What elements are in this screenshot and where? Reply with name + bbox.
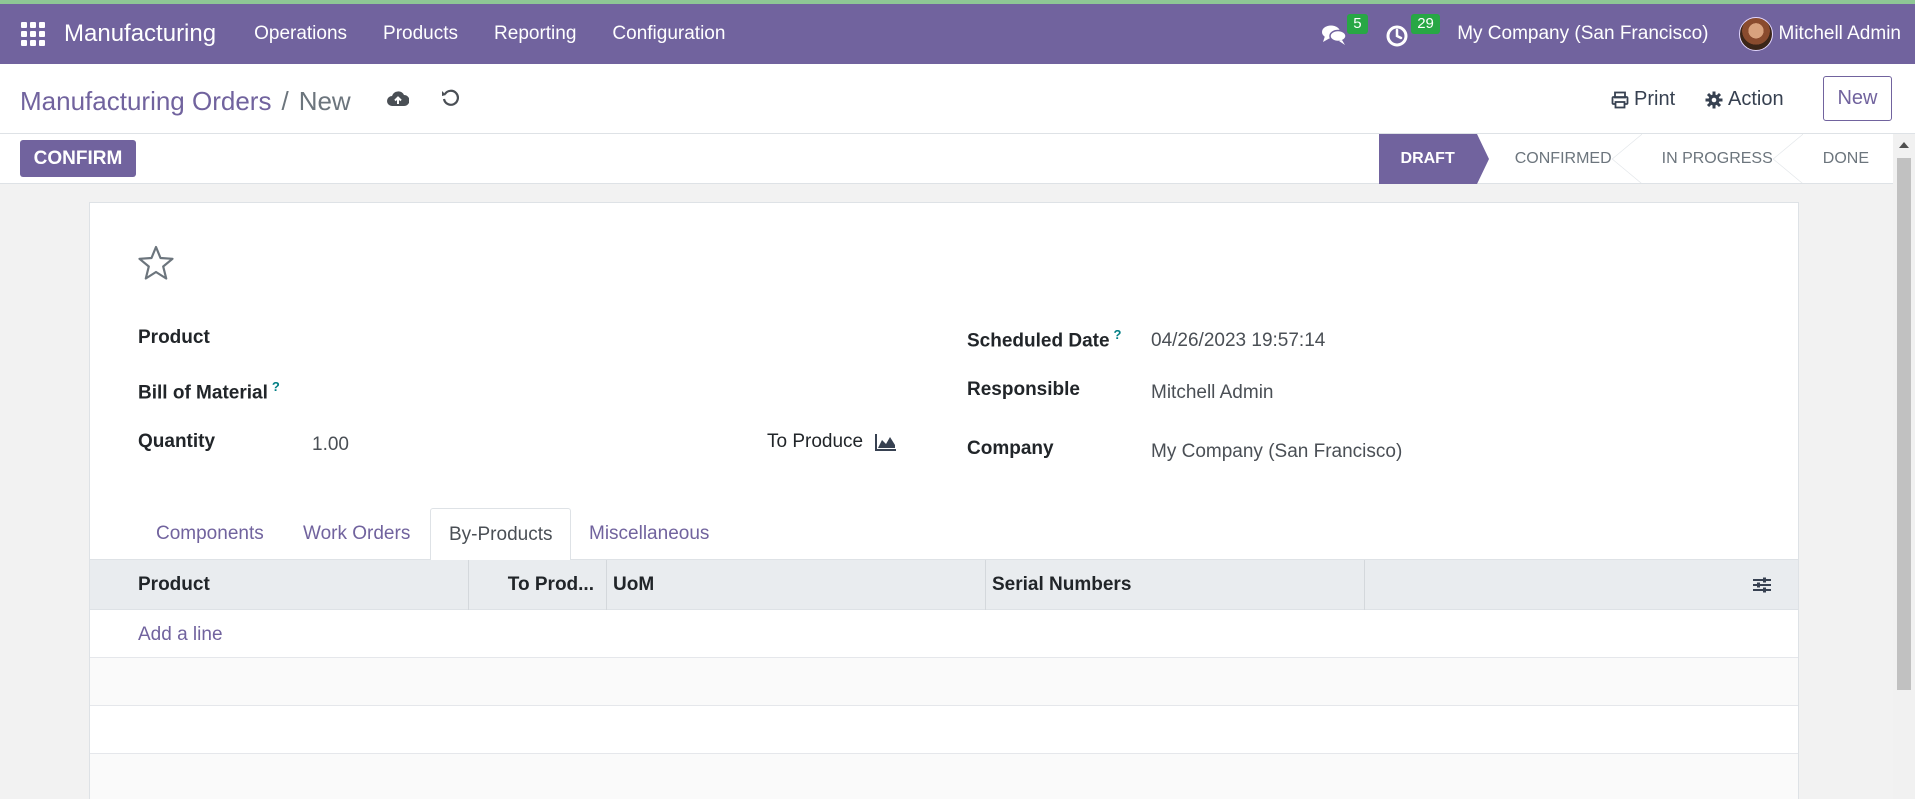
- confirm-button[interactable]: CONFIRM: [20, 140, 136, 177]
- quantity-field[interactable]: 1.00: [312, 434, 349, 456]
- discard-icon[interactable]: [441, 89, 459, 107]
- column-serial-numbers[interactable]: Serial Numbers: [986, 560, 1365, 610]
- menu-operations[interactable]: Operations: [236, 4, 365, 64]
- table-row: [90, 754, 1798, 799]
- breadcrumb-manufacturing-orders[interactable]: Manufacturing Orders: [20, 86, 271, 117]
- table-row: [90, 658, 1798, 706]
- stage-confirmed[interactable]: CONFIRMED: [1487, 134, 1642, 184]
- breadcrumb: Manufacturing Orders / New: [20, 86, 351, 117]
- to-produce: To Produce: [767, 431, 897, 453]
- scheduled-date-label-text: Scheduled Date: [967, 330, 1110, 352]
- table-header: Product To Prod... UoM Serial Numbers: [90, 560, 1798, 610]
- add-line-link[interactable]: Add a line: [138, 624, 223, 646]
- tab-work-orders[interactable]: Work Orders: [285, 508, 428, 560]
- tab-by-products[interactable]: By-Products: [430, 508, 572, 561]
- printer-icon: [1611, 91, 1629, 108]
- bom-help-icon[interactable]: ?: [272, 379, 280, 394]
- form-sheet: Product Bill of Material? Quantity 1.00 …: [89, 202, 1799, 799]
- scroll-up-arrow[interactable]: [1899, 142, 1909, 148]
- quantity-label: Quantity: [138, 431, 216, 452]
- column-settings-icon[interactable]: [1752, 576, 1772, 594]
- product-field[interactable]: [312, 323, 782, 351]
- user-menu[interactable]: Mitchell Admin: [1738, 17, 1902, 51]
- column-to-produce[interactable]: To Prod...: [469, 560, 607, 610]
- user-name: Mitchell Admin: [1778, 23, 1902, 44]
- bom-label: Bill of Material?: [138, 379, 280, 404]
- action-label: Action: [1728, 88, 1784, 110]
- table-row: Add a line: [90, 610, 1798, 658]
- menu-products[interactable]: Products: [365, 4, 476, 64]
- company-label: Company: [967, 438, 1054, 459]
- responsible-field[interactable]: Mitchell Admin: [1151, 382, 1274, 404]
- area-chart-icon[interactable]: [875, 433, 897, 451]
- cloud-upload-icon[interactable]: [387, 90, 409, 108]
- column-product[interactable]: Product: [90, 560, 469, 610]
- clock-icon: [1386, 25, 1408, 47]
- stage-draft[interactable]: DRAFT: [1378, 134, 1489, 184]
- menu-reporting[interactable]: Reporting: [476, 4, 594, 64]
- stage-done[interactable]: DONE: [1795, 134, 1893, 184]
- breadcrumb-separator: /: [281, 86, 289, 116]
- print-button[interactable]: Print: [1611, 88, 1675, 111]
- tab-components[interactable]: Components: [138, 508, 282, 560]
- control-panel: Manufacturing Orders / New Print Action …: [0, 64, 1915, 134]
- action-button[interactable]: Action: [1705, 88, 1784, 111]
- scheduled-date-field[interactable]: 04/26/2023 19:57:14: [1151, 330, 1325, 352]
- bom-field[interactable]: [312, 375, 782, 403]
- app-brand[interactable]: Manufacturing: [64, 20, 216, 48]
- notebook-tabs: Components Work Orders By-Products Misce…: [90, 508, 1798, 561]
- star-icon[interactable]: [137, 245, 175, 281]
- table-row: [90, 706, 1798, 754]
- activities-count-badge: 29: [1411, 14, 1440, 34]
- tab-miscellaneous[interactable]: Miscellaneous: [571, 508, 727, 560]
- bom-label-text: Bill of Material: [138, 382, 268, 404]
- column-uom[interactable]: UoM: [607, 560, 986, 610]
- chat-icon: [1322, 25, 1347, 45]
- menu-configuration[interactable]: Configuration: [594, 4, 743, 64]
- messages-count-badge: 5: [1347, 14, 1368, 34]
- scheduled-date-help-icon[interactable]: ?: [1114, 327, 1122, 342]
- avatar: [1738, 17, 1773, 51]
- to-produce-label: To Produce: [767, 431, 864, 452]
- responsible-label: Responsible: [967, 379, 1080, 400]
- status-bar: CONFIRM DRAFT CONFIRMED IN PROGRESS DONE: [0, 134, 1893, 184]
- stage-in-progress[interactable]: IN PROGRESS: [1634, 134, 1803, 184]
- gear-icon: [1705, 91, 1723, 108]
- product-label: Product: [138, 327, 210, 348]
- scroll-thumb[interactable]: [1897, 158, 1911, 690]
- new-button[interactable]: New: [1823, 76, 1892, 121]
- activities-button[interactable]: 29: [1385, 14, 1440, 49]
- scheduled-date-label: Scheduled Date?: [967, 327, 1122, 352]
- company-switcher[interactable]: My Company (San Francisco): [1457, 23, 1708, 45]
- print-label: Print: [1634, 88, 1676, 110]
- company-field[interactable]: My Company (San Francisco): [1151, 441, 1402, 463]
- stage-pipeline: DRAFT CONFIRMED IN PROGRESS DONE: [1378, 134, 1893, 184]
- messages-button[interactable]: 5: [1321, 14, 1368, 49]
- breadcrumb-current: New: [298, 86, 351, 116]
- main-navbar: Manufacturing Operations Products Report…: [0, 4, 1915, 64]
- apps-grid-icon[interactable]: [21, 22, 45, 46]
- scrollbar[interactable]: [1893, 134, 1915, 799]
